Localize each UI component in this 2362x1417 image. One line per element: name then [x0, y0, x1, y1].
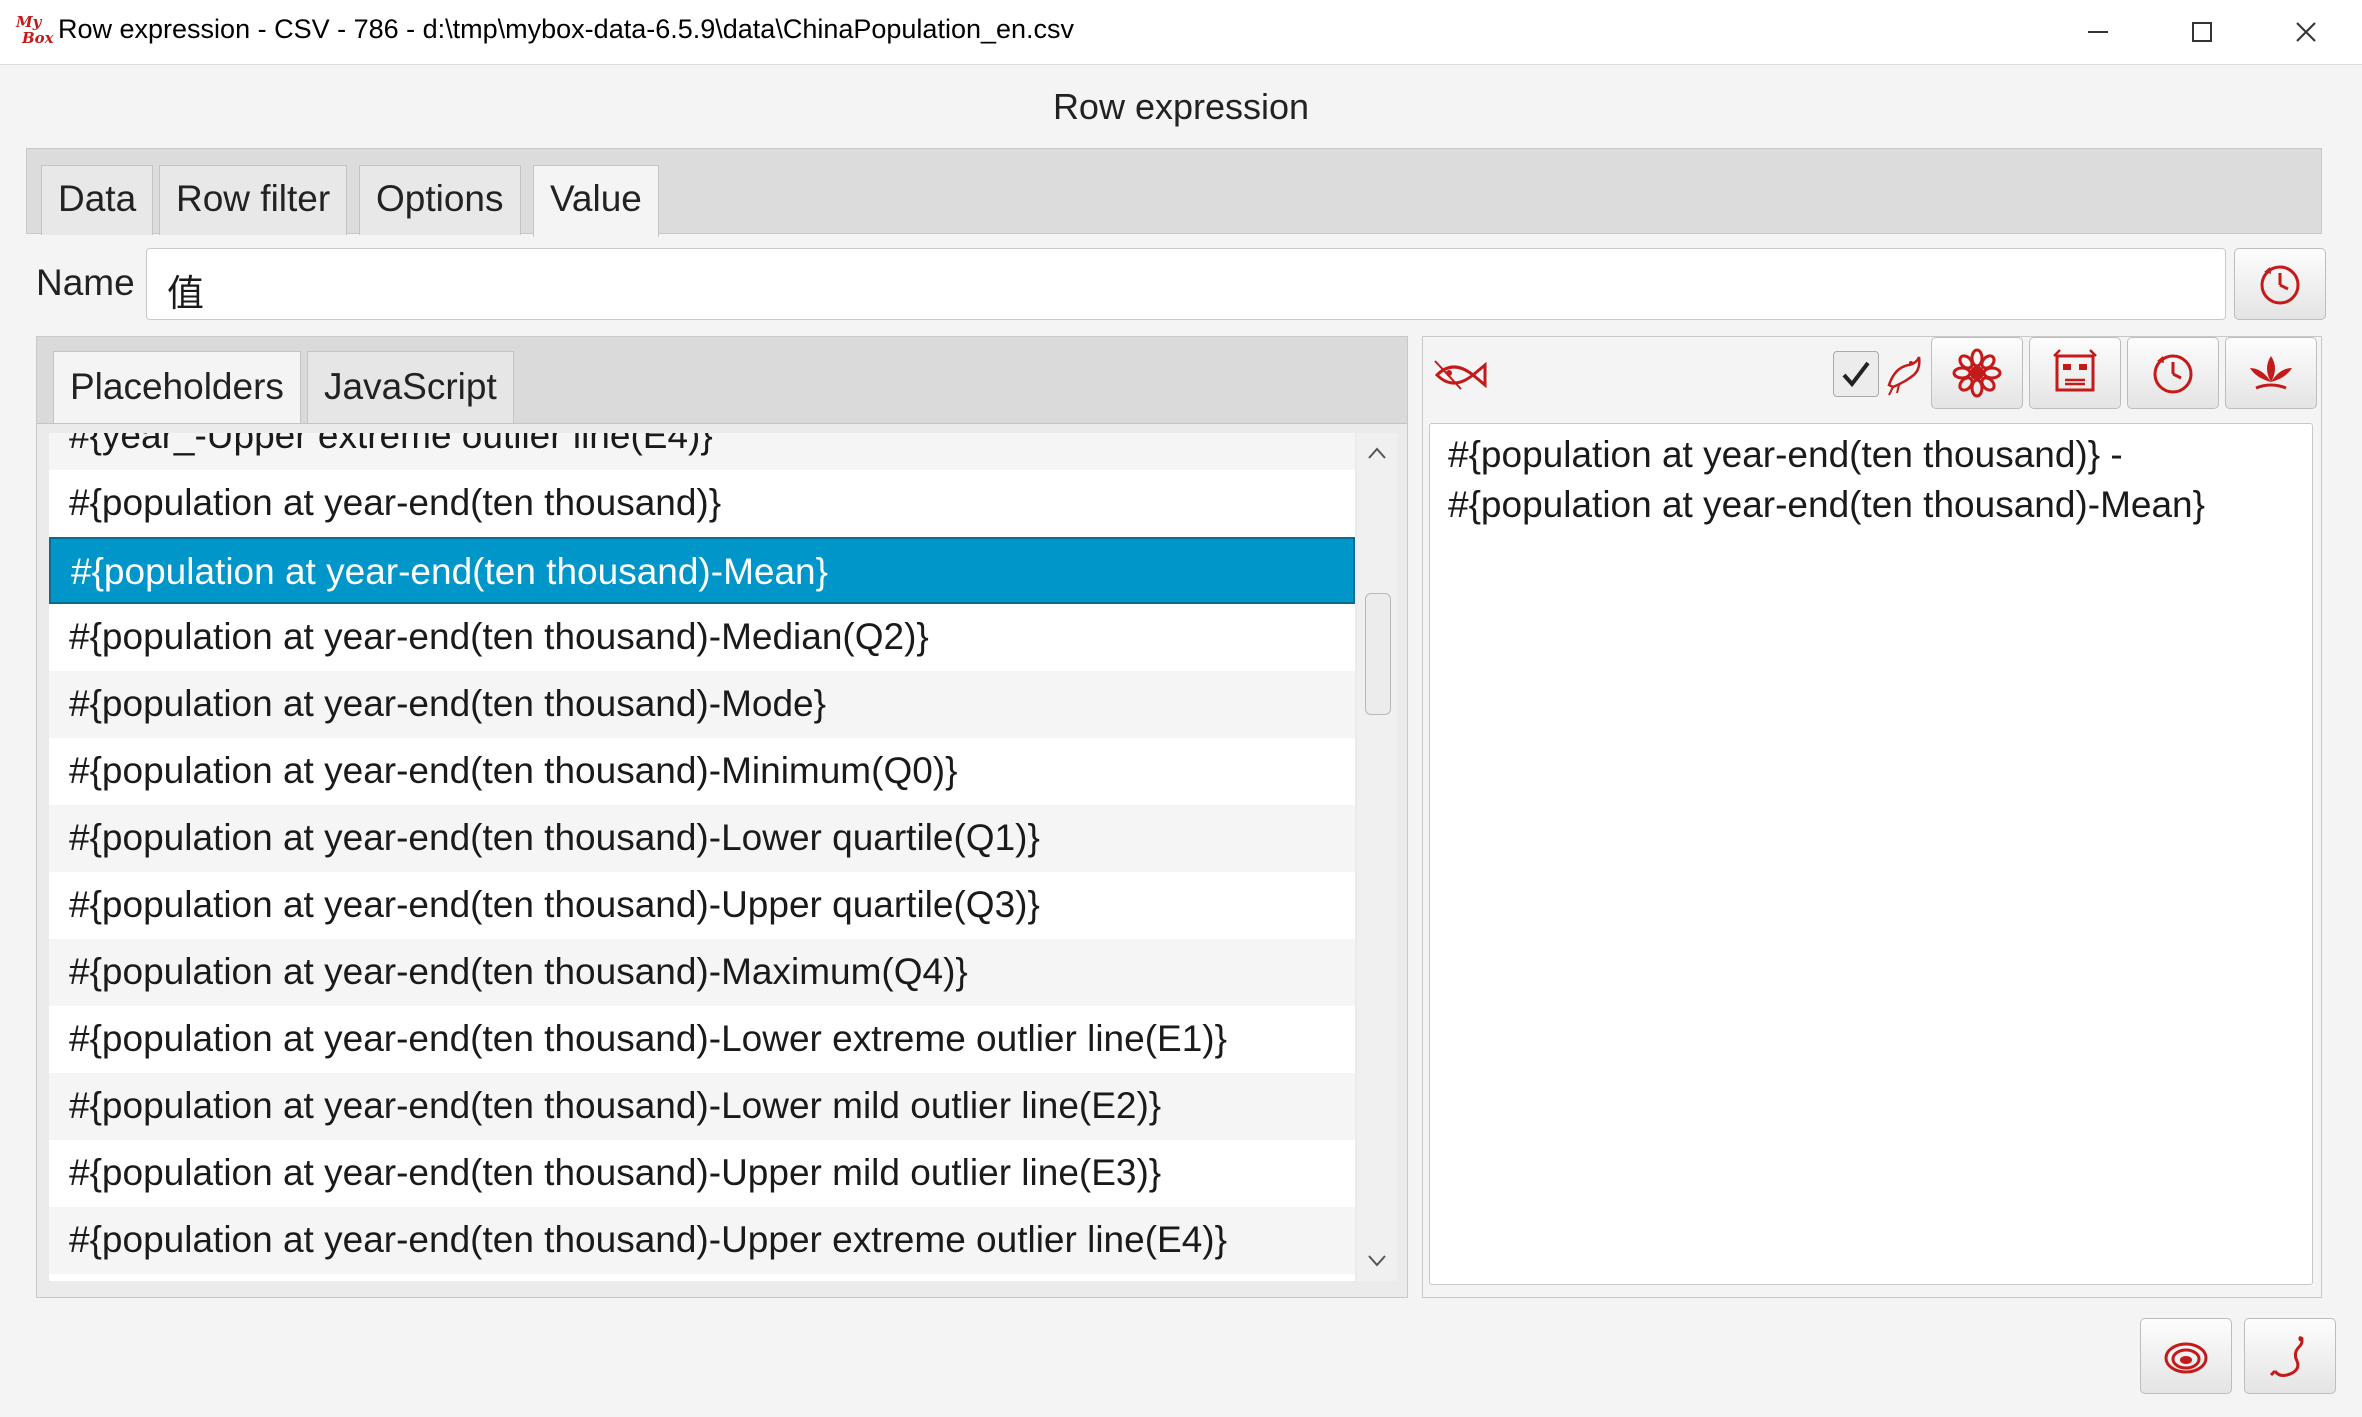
- ok-button[interactable]: [2244, 1318, 2336, 1394]
- name-label: Name: [36, 262, 135, 303]
- placeholder-list[interactable]: #{year_-Upper extreme outlier line(E4)} …: [49, 433, 1355, 1281]
- expression-editor[interactable]: #{population at year-end(ten thousand)} …: [1429, 423, 2313, 1285]
- clock-icon: [2153, 354, 2193, 394]
- panel-splitter[interactable]: [1408, 336, 1422, 1298]
- mask-icon: [2053, 349, 2097, 392]
- list-scrollbar[interactable]: [1357, 433, 1397, 1281]
- list-item[interactable]: #{population at year-end(ten thousand)-U…: [49, 872, 1355, 939]
- scroll-thumb[interactable]: [1365, 593, 1391, 715]
- close-button[interactable]: [2276, 8, 2336, 56]
- spiral-icon: [2164, 1342, 2208, 1374]
- list-item[interactable]: #{population at year-end(ten thousand)-L…: [49, 805, 1355, 872]
- list-item[interactable]: #{population at year-end(ten thousand)-M…: [49, 738, 1355, 805]
- close-icon: [2296, 22, 2316, 42]
- maximize-button[interactable]: [2172, 8, 2232, 56]
- dialog-title: Row expression: [1052, 86, 1310, 127]
- expression-line-2: #{population at year-end(ten thousand)-M…: [1448, 484, 2205, 525]
- list-item-selected[interactable]: #{population at year-end(ten thousand)-M…: [49, 537, 1355, 604]
- clear-button[interactable]: [2029, 337, 2121, 409]
- code-hint-button[interactable]: [1433, 351, 1493, 397]
- checkmark-icon: [1842, 361, 1870, 388]
- list-item[interactable]: #{year_-Upper extreme outlier line(E4)}: [49, 433, 1355, 470]
- main-tabbar: Data Row filter Options Value: [26, 148, 2322, 237]
- wrap-checkbox[interactable]: [1833, 351, 1879, 397]
- logo-line-top: My: [16, 13, 42, 31]
- minimize-button[interactable]: [2068, 8, 2128, 56]
- scroll-up-button[interactable]: [1357, 433, 1397, 473]
- window-title: Row expression - CSV - 786 - d:\tmp\mybo…: [58, 14, 1075, 44]
- wrap-toggle-label[interactable]: [1883, 351, 1923, 397]
- name-history-button[interactable]: [2234, 248, 2326, 320]
- clock-history-icon: [2260, 265, 2300, 305]
- flower-icon: [1952, 348, 2002, 398]
- phoenix-icon: [2269, 1335, 2304, 1377]
- list-item[interactable]: #{population at year-end(ten thousand)-L…: [49, 1006, 1355, 1073]
- tab-data[interactable]: Data: [41, 165, 154, 235]
- list-item[interactable]: #{population at year-end(ten thousand)-M…: [49, 671, 1355, 738]
- recent-button[interactable]: [2127, 337, 2219, 409]
- list-item[interactable]: #{population at year-end(ten thousand)-M…: [49, 939, 1355, 1006]
- tab-javascript[interactable]: JavaScript: [307, 351, 514, 423]
- examples-button[interactable]: [1931, 337, 2023, 409]
- list-item[interactable]: #{population at year-end(ten thousand)-L…: [49, 1073, 1355, 1140]
- list-item[interactable]: #{population at year-end(ten thousand)}: [49, 470, 1355, 537]
- expression-line-1: #{population at year-end(ten thousand)} …: [1448, 434, 2123, 475]
- fish-icon: [1434, 360, 1487, 390]
- chevron-down-icon: [1368, 1255, 1386, 1267]
- tab-placeholders[interactable]: Placeholders: [53, 351, 301, 423]
- list-item[interactable]: #{population at year-end(ten thousand)-M…: [49, 604, 1355, 671]
- maximize-icon: [2192, 22, 2212, 42]
- placeholders-panel: Placeholders JavaScript #{year_-Upper ex…: [36, 336, 1408, 1298]
- app-logo: My Box: [16, 14, 56, 50]
- subtabbar: Placeholders JavaScript: [37, 337, 1407, 424]
- expression-panel: #{population at year-end(ten thousand)} …: [1422, 336, 2322, 1298]
- tab-value[interactable]: Value: [533, 165, 659, 237]
- bird-icon: [1887, 356, 1921, 396]
- cancel-button[interactable]: [2140, 1318, 2232, 1394]
- logo-line-bottom: Box: [22, 29, 54, 47]
- list-item[interactable]: #{population at year-end(ten thousand)-U…: [49, 1207, 1355, 1274]
- edit-button[interactable]: [2225, 337, 2317, 409]
- list-item[interactable]: #{population at year-end(ten thousand)-U…: [49, 1140, 1355, 1207]
- lotus-icon: [2250, 356, 2292, 390]
- name-input[interactable]: 值: [146, 248, 2226, 320]
- window-titlebar: My Box Row expression - CSV - 786 - d:\t…: [0, 0, 2362, 65]
- minimize-icon: [2088, 31, 2108, 33]
- tab-row-filter[interactable]: Row filter: [159, 165, 348, 235]
- scroll-down-button[interactable]: [1357, 1241, 1397, 1281]
- chevron-up-icon: [1368, 447, 1386, 459]
- tab-options[interactable]: Options: [359, 165, 521, 235]
